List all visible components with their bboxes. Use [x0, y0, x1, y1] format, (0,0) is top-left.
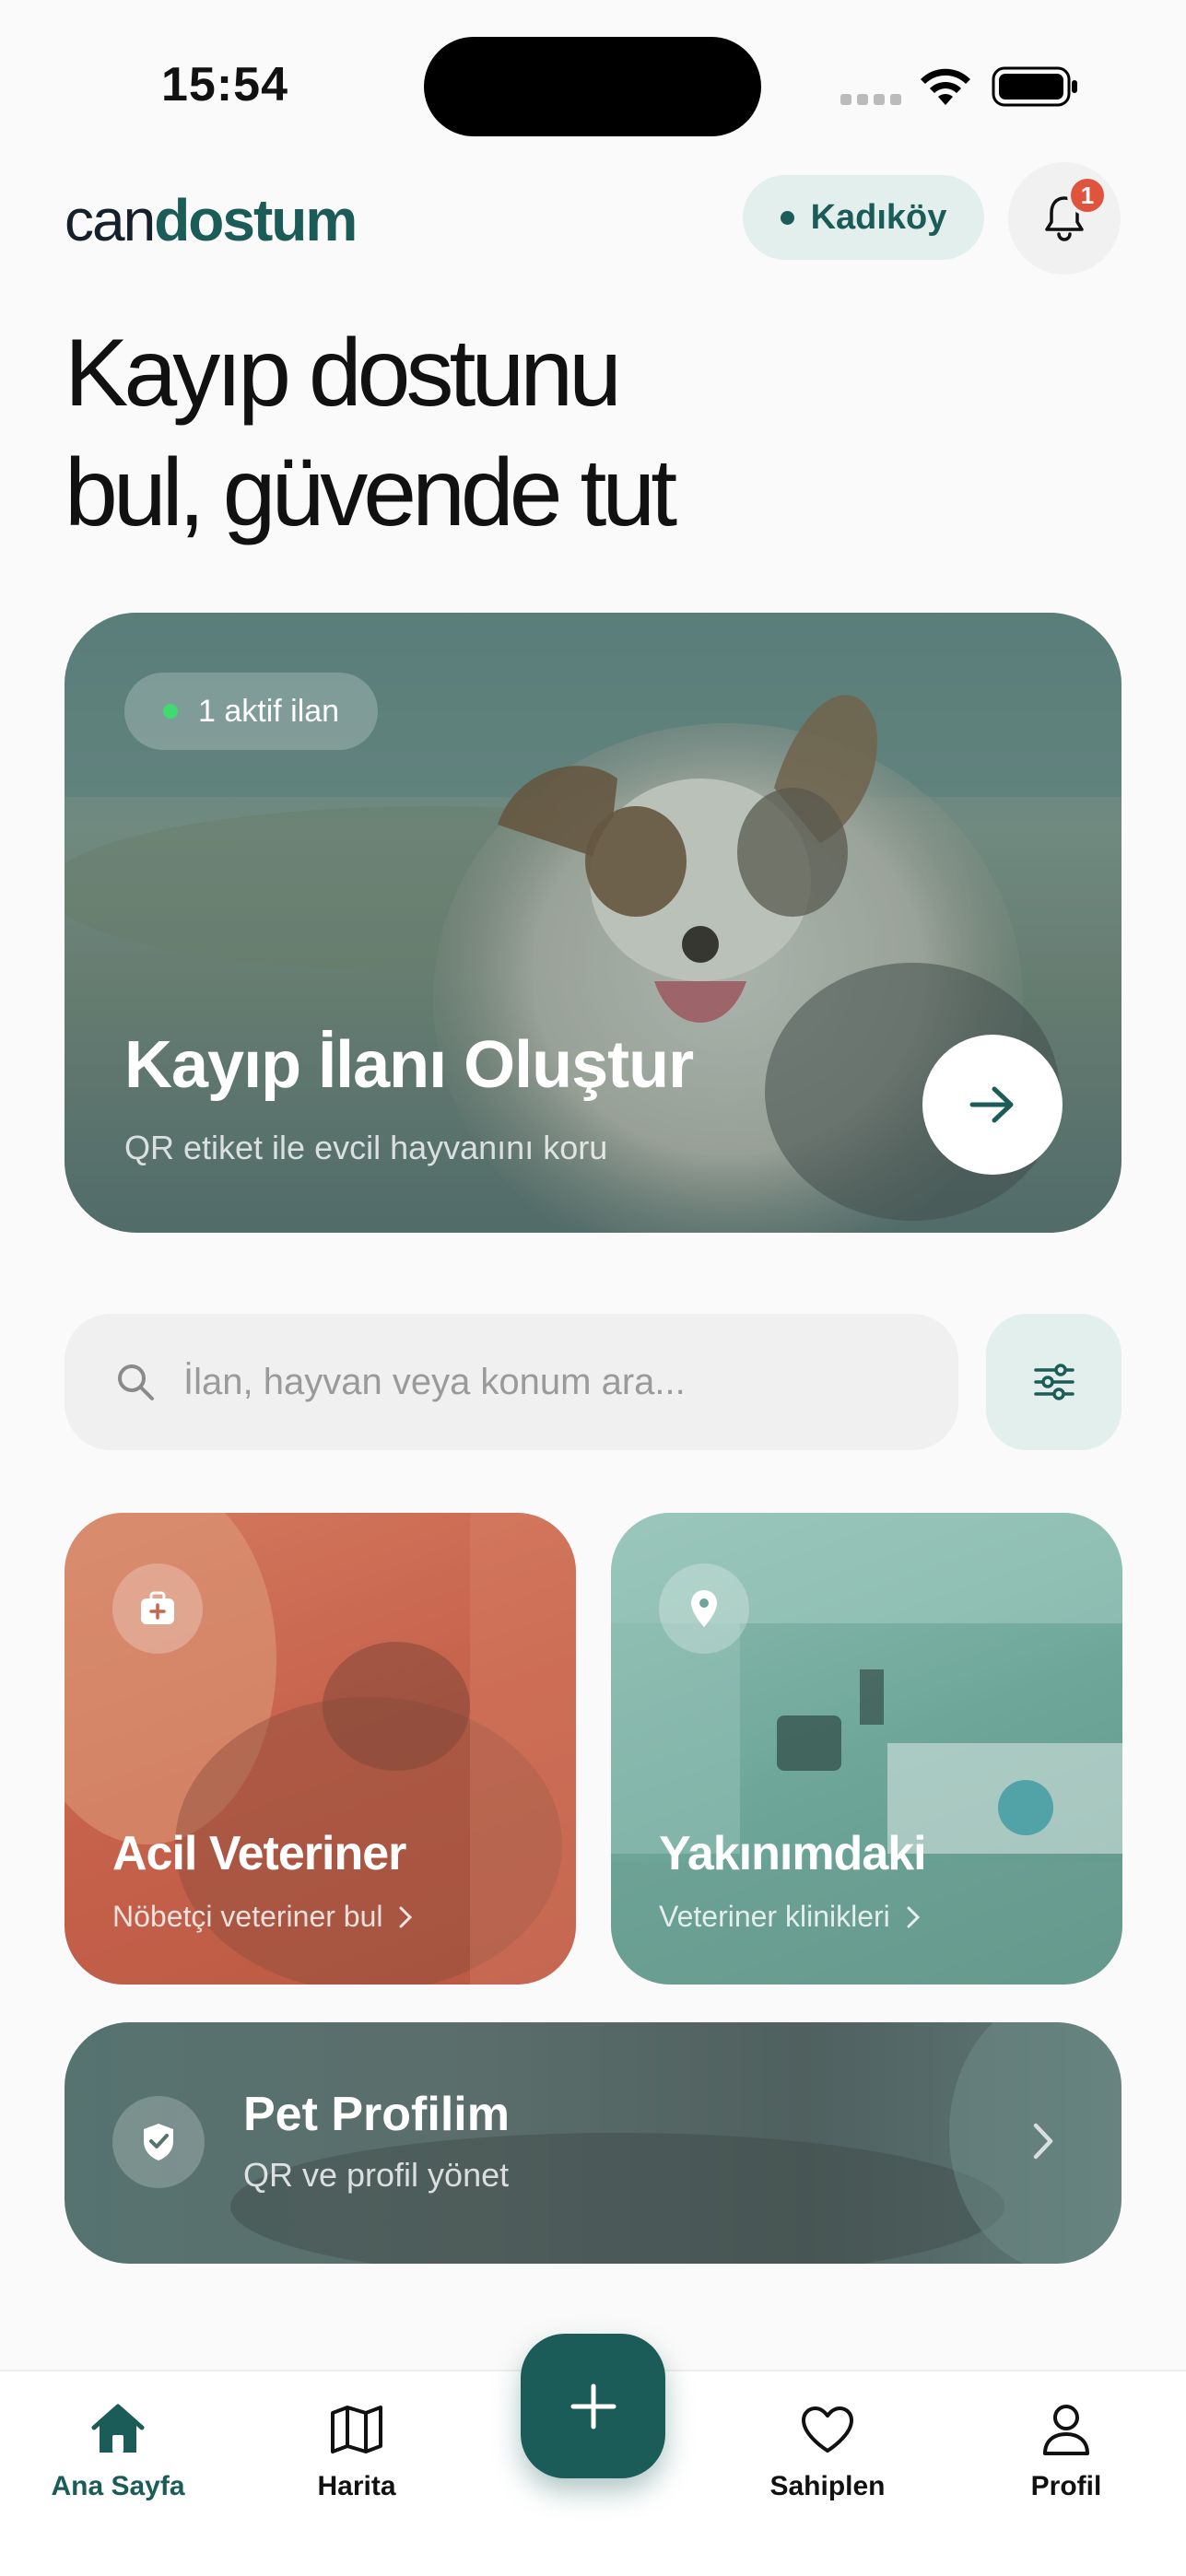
lost-card-subtitle: QR etiket ile evcil hayvanını koru — [124, 1129, 608, 1166]
search-icon — [118, 1364, 154, 1400]
active-status-dot — [163, 704, 178, 719]
pet-profile-card[interactable]: Pet Profilim QR ve profil yönet — [65, 2022, 1121, 2264]
user-icon — [1043, 2405, 1089, 2455]
search-input[interactable] — [183, 1361, 884, 1403]
tab-adopt[interactable]: Sahiplen — [735, 2397, 920, 2502]
tab-home[interactable]: Ana Sayfa — [26, 2397, 210, 2502]
cellular-signal-icon — [840, 94, 901, 105]
pet-profile-title: Pet Profilim — [243, 2088, 510, 2141]
battery-icon — [992, 66, 1077, 107]
add-listing-fab[interactable] — [521, 2334, 665, 2478]
sliders-icon — [1033, 1364, 1074, 1400]
emergency-vet-title: Acil Veteriner — [112, 1827, 406, 1880]
plus-icon — [570, 2383, 616, 2429]
lost-card-title: Kayıp İlanı Oluştur — [124, 1028, 694, 1102]
nearby-clinics-subtitle: Veteriner klinikleri — [659, 1900, 920, 1934]
notification-badge: 1 — [1067, 175, 1108, 216]
status-bar: 15:54 — [0, 0, 1186, 138]
dynamic-island — [424, 37, 761, 136]
map-icon — [331, 2406, 382, 2453]
active-listings-pill: 1 aktif ilan — [124, 673, 379, 750]
pet-profile-background — [230, 2022, 1121, 2264]
tab-map[interactable]: Harita — [264, 2397, 449, 2502]
map-pin-icon — [659, 1563, 749, 1654]
chevron-right-icon — [1033, 2123, 1053, 2160]
search-box[interactable] — [65, 1314, 958, 1450]
nearby-clinics-tile[interactable]: Yakınımdaki Veteriner klinikleri — [611, 1513, 1122, 1985]
home-icon — [91, 2404, 145, 2453]
location-label: Kadıköy — [810, 197, 947, 237]
status-time: 15:54 — [161, 58, 288, 111]
shield-check-icon — [112, 2096, 205, 2188]
heart-icon — [802, 2406, 853, 2453]
app-logo: candostum — [65, 187, 358, 253]
create-lost-listing-card[interactable]: 1 aktif ilan Kayıp İlanı Oluştur QR etik… — [65, 613, 1121, 1233]
location-dot — [780, 210, 794, 225]
app-header: candostum Kadıköy 1 — [65, 162, 1121, 276]
emergency-vet-subtitle: Nöbetçi veteriner bul — [112, 1900, 413, 1934]
tab-profile[interactable]: Profil — [974, 2397, 1158, 2502]
chevron-right-icon — [907, 1906, 920, 1927]
nearby-clinics-title: Yakınımdaki — [659, 1827, 927, 1880]
emergency-vet-tile[interactable]: Acil Veteriner Nöbetçi veteriner bul — [65, 1513, 576, 1985]
pet-profile-subtitle: QR ve profil yönet — [243, 2156, 510, 2194]
page-title: Kayıp dostunu bul, güvende tut — [65, 320, 677, 546]
location-selector[interactable]: Kadıköy — [743, 175, 984, 260]
first-aid-kit-icon — [112, 1563, 203, 1654]
search-row — [65, 1314, 1121, 1450]
arrow-right-icon — [969, 1086, 1014, 1123]
filter-button[interactable] — [986, 1314, 1121, 1450]
wifi-icon — [921, 68, 970, 105]
chevron-right-icon — [399, 1906, 413, 1927]
notifications-button[interactable]: 1 — [1008, 162, 1121, 275]
create-listing-arrow-button[interactable] — [922, 1035, 1063, 1175]
